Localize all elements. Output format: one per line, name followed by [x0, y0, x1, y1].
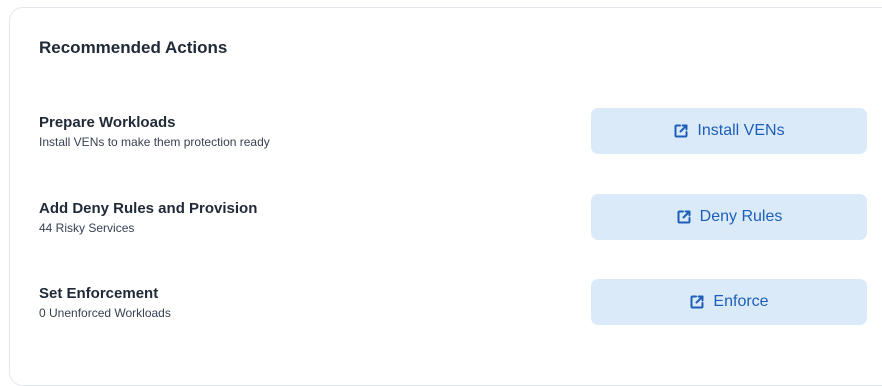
enforce-button-label: Enforce: [713, 293, 769, 310]
action-text: Prepare Workloads Install VENs to make t…: [39, 114, 270, 150]
action-title: Prepare Workloads: [39, 114, 176, 131]
install-vens-button[interactable]: Install VENs: [591, 108, 867, 154]
deny-rules-button-label: Deny Rules: [699, 208, 783, 225]
deny-rules-button[interactable]: Deny Rules: [591, 194, 867, 240]
card-title: Recommended Actions: [39, 38, 228, 57]
action-subtitle: 0 Unenforced Workloads: [39, 306, 171, 320]
action-subtitle: Install VENs to make them protection rea…: [39, 135, 270, 149]
external-link-icon: [674, 124, 688, 138]
action-row-set-enforcement: Set Enforcement 0 Unenforced Workloads E…: [10, 279, 882, 335]
recommended-actions-card: Recommended Actions Prepare Workloads In…: [9, 7, 882, 386]
action-title: Add Deny Rules and Provision: [39, 200, 258, 217]
action-text: Add Deny Rules and Provision 44 Risky Se…: [39, 200, 257, 236]
enforce-button[interactable]: Enforce: [591, 279, 867, 325]
action-text: Set Enforcement 0 Unenforced Workloads: [39, 285, 171, 321]
external-link-icon: [690, 295, 704, 309]
action-row-deny-rules: Add Deny Rules and Provision 44 Risky Se…: [10, 194, 882, 250]
action-subtitle: 44 Risky Services: [39, 221, 135, 235]
action-row-prepare-workloads: Prepare Workloads Install VENs to make t…: [10, 108, 882, 164]
external-link-icon: [677, 210, 691, 224]
install-vens-button-label: Install VENs: [697, 122, 785, 139]
action-title: Set Enforcement: [39, 285, 159, 302]
